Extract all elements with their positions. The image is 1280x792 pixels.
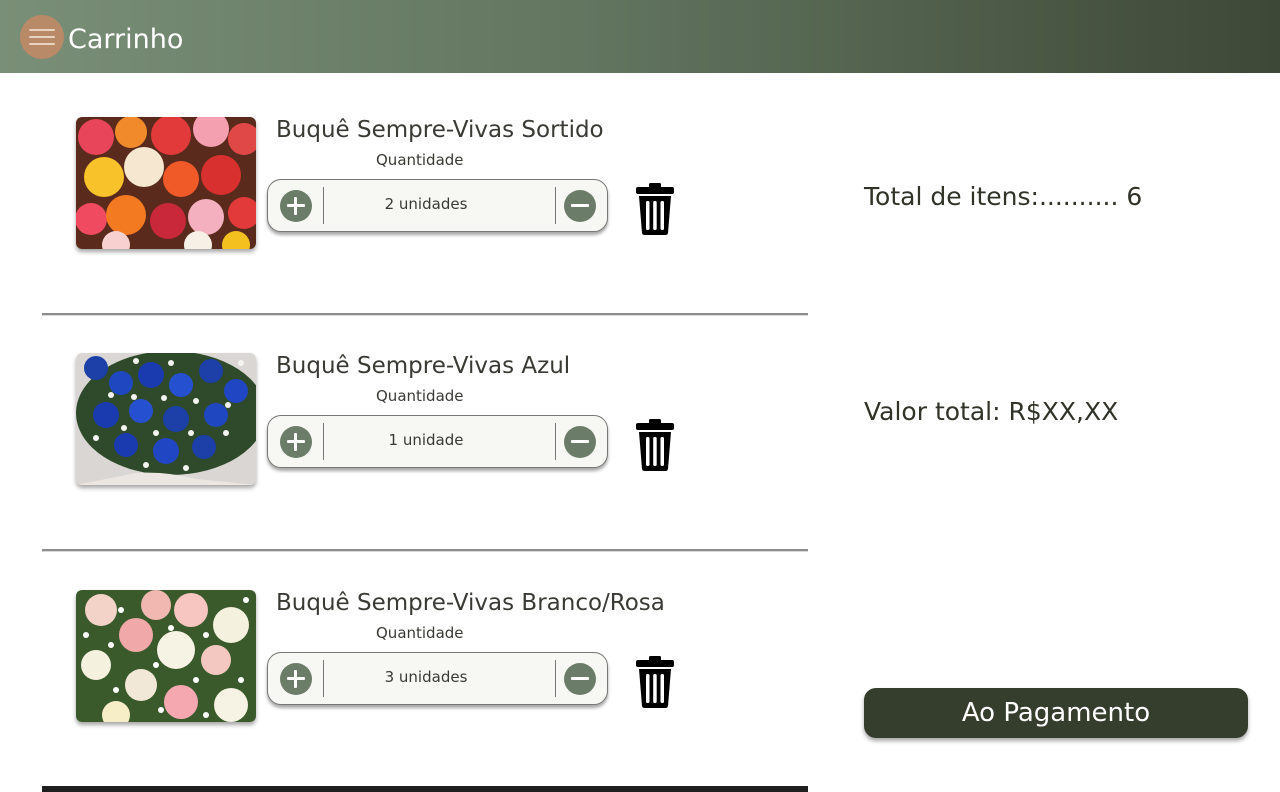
quantity-value: 1 unidade bbox=[388, 431, 464, 449]
quantity-stepper: 1 unidade bbox=[267, 415, 608, 468]
item-divider bbox=[42, 313, 808, 316]
stepper-divider bbox=[555, 660, 556, 697]
quantity-value: 3 unidades bbox=[384, 668, 468, 686]
quantity-stepper: 3 unidades bbox=[267, 652, 608, 705]
bottom-divider bbox=[42, 786, 808, 792]
quantity-label: Quantidade bbox=[376, 151, 464, 169]
product-name: Buquê Sempre-Vivas Azul bbox=[276, 353, 571, 379]
quantity-label: Quantidade bbox=[376, 624, 464, 642]
page-title: Carrinho bbox=[68, 24, 184, 55]
quantity-stepper: 2 unidades bbox=[267, 179, 608, 232]
plus-icon[interactable] bbox=[280, 190, 312, 222]
minus-icon[interactable] bbox=[564, 663, 596, 695]
stepper-divider bbox=[555, 187, 556, 224]
item-divider bbox=[42, 549, 808, 552]
cart-item: Buquê Sempre-Vivas Branco/Rosa Quantidad… bbox=[0, 590, 820, 730]
plus-icon[interactable] bbox=[280, 426, 312, 458]
plus-icon[interactable] bbox=[280, 663, 312, 695]
trash-icon[interactable] bbox=[636, 419, 674, 475]
trash-icon[interactable] bbox=[636, 656, 674, 712]
product-image bbox=[76, 590, 256, 722]
total-value-summary: Valor total: R$XX,XX bbox=[864, 397, 1119, 426]
minus-icon[interactable] bbox=[564, 426, 596, 458]
stepper-divider bbox=[323, 423, 324, 460]
stepper-divider bbox=[323, 187, 324, 224]
product-image bbox=[76, 117, 256, 249]
cart-item: Buquê Sempre-Vivas Sortido Quantidade 2 … bbox=[0, 117, 820, 257]
quantity-label: Quantidade bbox=[376, 387, 464, 405]
product-image bbox=[76, 353, 256, 485]
trash-icon[interactable] bbox=[636, 183, 674, 239]
stepper-divider bbox=[555, 423, 556, 460]
quantity-value: 2 unidades bbox=[384, 195, 468, 213]
minus-icon[interactable] bbox=[564, 190, 596, 222]
stepper-divider bbox=[323, 660, 324, 697]
checkout-button[interactable]: Ao Pagamento bbox=[864, 688, 1248, 738]
top-app-bar: Carrinho bbox=[0, 0, 1280, 73]
hamburger-menu-icon[interactable] bbox=[20, 15, 64, 59]
product-name: Buquê Sempre-Vivas Branco/Rosa bbox=[276, 590, 665, 616]
product-name: Buquê Sempre-Vivas Sortido bbox=[276, 117, 604, 143]
total-items-summary: Total de itens:.......... 6 bbox=[864, 182, 1143, 211]
cart-item: Buquê Sempre-Vivas Azul Quantidade 1 uni… bbox=[0, 353, 820, 493]
